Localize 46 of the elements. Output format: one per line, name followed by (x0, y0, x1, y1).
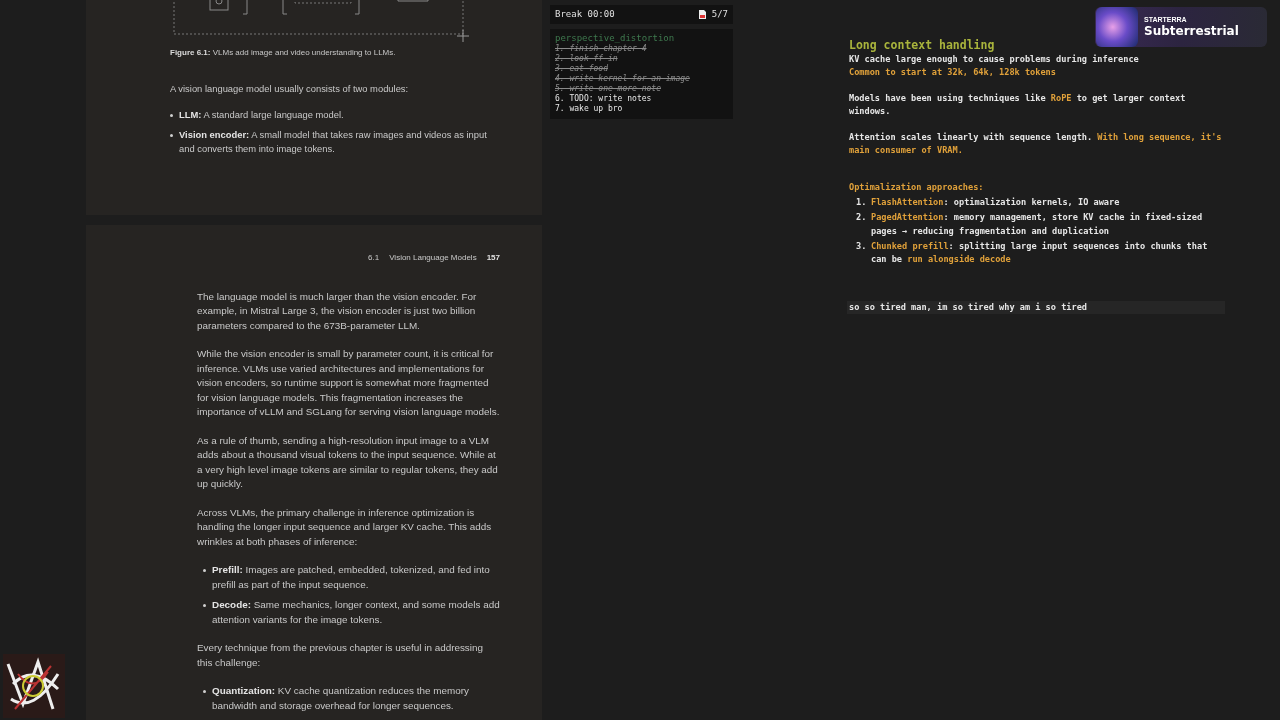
todo-item: 3. eat food (555, 64, 609, 74)
note-line: Common to start at 32k, 64k, 128k tokens (849, 66, 1057, 80)
page-number: 157 (486, 252, 500, 264)
todo-item: 2. look ff in (555, 54, 619, 64)
note-line: KV cache large enough to cause problems during inference (849, 53, 1140, 66)
section-title: Vision Language Models (389, 252, 477, 264)
abstract-artwork-drawing (3, 654, 65, 718)
list-number: 3. (856, 240, 868, 254)
bullet-icon (203, 569, 206, 572)
paragraph: As a rule of thumb, sending a high-resolution input image to a VLM adds about a thousand visual tokens to the input sequence. While at a very high level image tokens are similar to regular tokens, they add up quickly. (197, 433, 499, 491)
bullet-icon (170, 114, 173, 117)
note-subheading: Optimalization approaches: (849, 181, 985, 195)
list-number: 2. (856, 211, 868, 225)
note-line: PagedAttention: memory management, store KV cache in fixed-sized pages → reducing fragmentation and duplication (871, 211, 1204, 238)
note-heading: Long context handling (849, 38, 996, 53)
list-number: 1. (856, 195, 868, 209)
bullet-text: Prefill: Images are patched, embedded, tokenized, and fed into prefill as part of the input sequence. (212, 563, 491, 592)
bullet-text: Quantization: KV cache quantization reduces the memory bandwidth and storage overhead for longer sequences. (212, 684, 470, 713)
track-title: Subterrestrial (1144, 24, 1239, 39)
document-icon (698, 10, 706, 19)
todo-title: perspective_distortion (555, 33, 676, 44)
todo-item: 4. write kernel for an image (555, 74, 691, 84)
paragraph: A vision language model usually consists of two modules: (170, 82, 410, 96)
album-art (1096, 7, 1138, 47)
paragraph: Every technique from the previous chapter is useful in addressing this challenge: (197, 641, 484, 670)
bullet-text: Decode: Same mechanics, longer context, and some models add attention variants for the image tokens. (212, 598, 500, 627)
paragraph: The language model is much larger than the vision encoder. For example, in Mistral Large 3, the vision encoder is just two billion parameters compared to the 673B-parameter LLM. (197, 289, 478, 333)
paragraph: While the vision encoder is small by parameter count, it is critical for inference. VLMs use varied architectures and implementations for vision encoders, so runtime support is somewhat more fragmented for vision language models. This fragmentation increases the importance of vLLM and SGLang for serving vision language models. (197, 347, 500, 419)
paragraph: Across VLMs, the primary challenge in inference optimization is handling the longer input sequence and larger KV cache. This adds wrinkles at both phases of inference: (197, 505, 493, 549)
todo-item: 6. TODO: write notes (555, 94, 653, 104)
figure-caption: Figure 6.1: VLMs add image and video understanding to LLMs. (170, 47, 397, 59)
note-line: Models have been using techniques like RoPE to get larger context windows. (849, 91, 1187, 119)
bullet-icon (203, 604, 206, 607)
todo-item: 5. write one more note (555, 84, 662, 94)
bullet-text: Vision encoder: A small model that takes raw images and videos as input and converts them into image tokens. (179, 128, 488, 156)
note-line: Chunked prefill: splitting large input sequences into chunks that can be run alongside decode (871, 240, 1209, 267)
bullet-text: LLM: A standard large language model. (179, 108, 344, 122)
bullet-icon (170, 134, 173, 137)
todo-item: 1. finish chapter 4 (555, 44, 647, 54)
timer-label: Break 00:00 (555, 7, 615, 21)
todo-item: 7. wake up bro (555, 104, 624, 114)
note-line: Attention scales linearly with sequence length. With long sequence, it's main consumer of VRAM. (849, 130, 1223, 158)
task-count: 5/7 (711, 7, 728, 21)
section-number: 6.1 (368, 252, 380, 264)
note-line: FlashAttention: optimalization kernels, IO aware (871, 195, 1120, 209)
bullet-icon (203, 690, 206, 693)
